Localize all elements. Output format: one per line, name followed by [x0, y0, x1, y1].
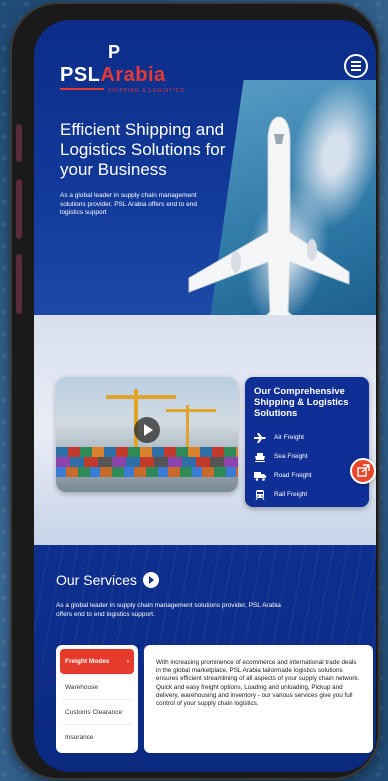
solutions-title: Our Comprehensive Shipping & Logistics S… [254, 386, 349, 419]
hamburger-menu-icon[interactable] [344, 54, 368, 78]
hero-section: P PSLArabia SHIPPING & LOGISTICS Efficie… [34, 20, 376, 320]
side-button [16, 254, 22, 314]
side-button [16, 124, 22, 162]
containers-image [56, 447, 238, 457]
tab-panel-content: With increasing prominence of ecommerce … [144, 645, 373, 753]
tab-customs-clearance[interactable]: Customs Clearance [60, 699, 134, 724]
ship-icon [255, 452, 265, 462]
services-description: As a global leader in supply chain manag… [56, 602, 281, 618]
tab-label: Warehouse [65, 683, 98, 691]
video-card[interactable] [56, 377, 238, 492]
logo-bar [60, 88, 104, 90]
solution-item-rail-freight[interactable]: Rail Freight [254, 485, 360, 504]
solutions-card: Our Comprehensive Shipping & Logistics S… [245, 377, 369, 507]
containers-image [56, 467, 238, 477]
solution-item-road-freight[interactable]: Road Freight [254, 466, 360, 485]
tab-insurance[interactable]: Insurance [60, 724, 134, 749]
solution-item-label: Sea Freight [274, 453, 308, 460]
tab-label: Customs Clearance [65, 708, 123, 716]
logo-tagline: SHIPPING & LOGISTICS [108, 88, 185, 94]
containers-image [56, 457, 238, 467]
hero-title: Efficient Shipping and Logistics Solutio… [60, 120, 226, 179]
tab-freight-modes[interactable]: Freight Modes › [60, 649, 134, 674]
external-link-icon [357, 464, 370, 477]
tab-label: Freight Modes [65, 658, 110, 665]
services-title: Our Services [56, 572, 137, 588]
truck-icon [254, 471, 266, 481]
solution-item-air-freight[interactable]: Air Freight [254, 428, 360, 447]
tab-label: Insurance [65, 733, 94, 741]
solution-item-label: Rail Freight [274, 491, 308, 498]
logo-accent: Arabia [100, 64, 166, 86]
external-link-button[interactable] [350, 458, 376, 484]
solution-item-label: Air Freight [274, 434, 304, 441]
solution-item-label: Road Freight [274, 472, 312, 479]
side-button [16, 179, 22, 239]
arrow-right-icon[interactable] [143, 572, 159, 588]
logo-wordmark: PSLArabia [60, 64, 166, 87]
logo-main: PSL [60, 64, 101, 86]
airplane-icon [254, 432, 266, 443]
hero-description: As a global leader in supply chain manag… [60, 192, 197, 216]
chevron-right-icon: › [126, 658, 129, 665]
play-video-button[interactable] [134, 417, 160, 443]
phone-frame: P PSLArabia SHIPPING & LOGISTICS Efficie… [12, 4, 378, 778]
crane-image [106, 395, 176, 399]
solution-item-sea-freight[interactable]: Sea Freight [254, 447, 360, 466]
logo-mark: P [108, 42, 121, 62]
service-tabs: Freight Modes › Warehouse Customs Cleara… [56, 645, 138, 753]
screen: P PSLArabia SHIPPING & LOGISTICS Efficie… [34, 20, 376, 772]
tab-warehouse[interactable]: Warehouse [60, 674, 134, 699]
train-icon [255, 489, 265, 500]
crane-image [166, 409, 216, 412]
